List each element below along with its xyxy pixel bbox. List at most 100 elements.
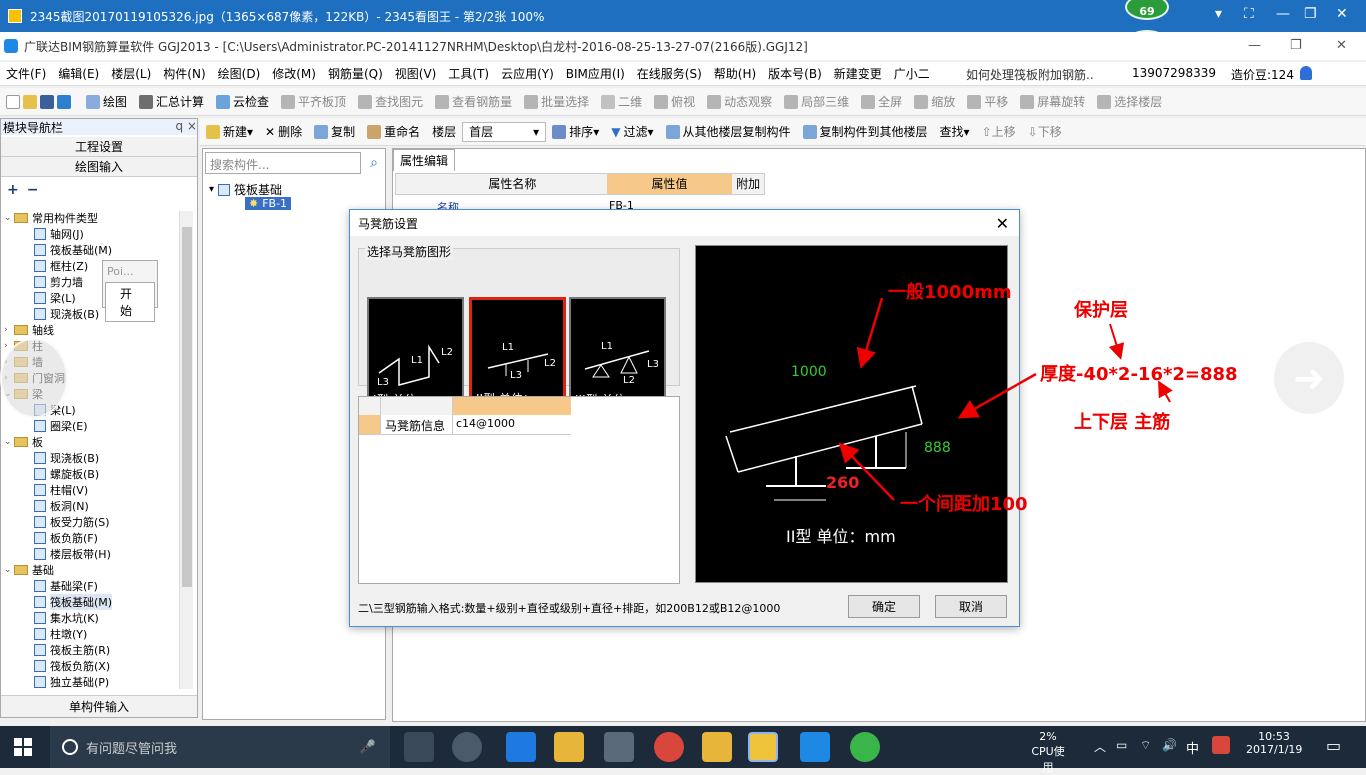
tree-folder[interactable]: ⌄ 常用构件类型 bbox=[4, 210, 174, 226]
tree-item[interactable]: 轴网(J) bbox=[4, 226, 174, 242]
tree-root[interactable]: ▾ 筏板基础 bbox=[209, 181, 282, 198]
quick-access-icons[interactable] bbox=[0, 94, 80, 109]
rename-button[interactable]: 重命名 bbox=[361, 123, 426, 140]
tree-folder[interactable]: ⌄ 基础 bbox=[4, 562, 174, 578]
menu-item[interactable]: 修改(M) bbox=[266, 65, 322, 82]
copy-to-floor-button[interactable]: 复制构件到其他楼层 bbox=[797, 123, 934, 140]
close-icon[interactable]: ✕ bbox=[1336, 6, 1348, 22]
tree-item[interactable]: 楼层板带(H) bbox=[4, 546, 174, 562]
app-close-icon[interactable]: ✕ bbox=[1336, 38, 1347, 53]
app-minimize-icon[interactable]: — bbox=[1248, 38, 1261, 53]
tree-item[interactable]: 基础梁(F) bbox=[4, 578, 174, 594]
expand-collapse-icons[interactable]: + − bbox=[1, 177, 197, 203]
menu-item[interactable]: 版本号(B) bbox=[762, 65, 828, 82]
cancel-button[interactable]: 取消 bbox=[935, 595, 1007, 618]
tree-item[interactable]: 现浇板(B) bbox=[4, 450, 174, 466]
delete-button[interactable]: ✕ 删除 bbox=[259, 123, 308, 140]
toolbar-button[interactable]: 局部三维 bbox=[778, 93, 855, 110]
toolbar-button[interactable]: 二维 bbox=[595, 93, 648, 110]
clock[interactable]: 10:53 2017/1/19 bbox=[1246, 730, 1302, 756]
ok-button[interactable]: 确定 bbox=[848, 595, 920, 618]
help-question[interactable]: 如何处理筏板附加钢筋.. bbox=[966, 66, 1094, 83]
project-settings-button[interactable]: 工程设置 bbox=[1, 137, 197, 157]
search-icon[interactable]: ⌕ bbox=[363, 152, 385, 174]
spiral-app-icon[interactable] bbox=[452, 732, 482, 762]
glodon-task-icon[interactable] bbox=[800, 732, 830, 762]
filter-button[interactable]: ▼ 过滤 ▾ bbox=[605, 123, 659, 140]
notes-app-icon[interactable] bbox=[702, 732, 732, 762]
menu-item[interactable]: 在线服务(S) bbox=[631, 65, 708, 82]
taskbar-search-input[interactable]: 有问题尽管问我 🎤 bbox=[50, 726, 390, 768]
image-viewer-task-icon[interactable] bbox=[748, 732, 778, 762]
info-value-input[interactable]: c14@1000 bbox=[453, 415, 571, 434]
tree-item[interactable]: 板受力筋(S) bbox=[4, 514, 174, 530]
sogou-icon[interactable] bbox=[1212, 736, 1230, 754]
dialog-close-icon[interactable]: ✕ bbox=[996, 214, 1009, 233]
menu-item[interactable]: 云应用(Y) bbox=[495, 65, 560, 82]
tree-folder[interactable]: › 轴线 bbox=[4, 322, 174, 338]
toolbar-button[interactable]: 选择楼层 bbox=[1091, 93, 1168, 110]
tree-item-fb1[interactable]: ✸ FB-1 bbox=[245, 197, 292, 210]
find-button[interactable]: 查找 ▾ bbox=[934, 123, 976, 140]
browser-2345-icon[interactable] bbox=[654, 732, 684, 762]
tree-item[interactable]: 独立基础(P) bbox=[4, 674, 174, 690]
restore-icon[interactable]: ❐ bbox=[1304, 6, 1317, 22]
menu-item[interactable]: 帮助(H) bbox=[708, 65, 762, 82]
nav-pin-close[interactable]: q × bbox=[176, 119, 198, 135]
menu-item[interactable]: 文件(F) bbox=[0, 65, 52, 82]
copy-from-floor-button[interactable]: 从其他楼层复制构件 bbox=[660, 123, 797, 140]
ime-indicator[interactable]: 中 bbox=[1186, 738, 1199, 757]
toolbar-button[interactable]: 查找图元 bbox=[352, 93, 429, 110]
menu-item[interactable]: 钢筋量(Q) bbox=[322, 65, 389, 82]
toolbar-button[interactable]: 缩放 bbox=[908, 93, 961, 110]
tree-item[interactable]: 板洞(N) bbox=[4, 498, 174, 514]
menu-item[interactable]: 绘图(D) bbox=[212, 65, 267, 82]
tab-property-edit[interactable]: 属性编辑 bbox=[393, 149, 456, 171]
toolbar-button[interactable]: 汇总计算 bbox=[133, 93, 210, 110]
menu-item[interactable]: 构件(N) bbox=[157, 65, 211, 82]
menu-item[interactable]: 楼层(L) bbox=[105, 65, 157, 82]
menu-item[interactable]: BIM应用(I) bbox=[560, 65, 631, 82]
app-restore-icon[interactable]: ❐ bbox=[1290, 38, 1302, 53]
toolbar-button[interactable]: 查看钢筋量 bbox=[429, 93, 518, 110]
menu-item[interactable]: 编辑(E) bbox=[52, 65, 105, 82]
new-button[interactable]: 新建 ▾ bbox=[200, 123, 259, 140]
edge-browser-icon[interactable] bbox=[506, 732, 536, 762]
floor-select[interactable]: 首层 ▾ bbox=[462, 121, 547, 142]
tree-item[interactable]: 板负筋(F) bbox=[4, 530, 174, 546]
move-down-button[interactable]: ⇩ 下移 bbox=[1022, 123, 1068, 140]
toolbar-button[interactable]: 全屏 bbox=[855, 93, 908, 110]
menu-item[interactable]: 新建变更 bbox=[828, 65, 888, 82]
toolbar-button[interactable]: 平齐板顶 bbox=[275, 93, 352, 110]
toolbar-button[interactable]: 俯视 bbox=[648, 93, 701, 110]
nav-scrollbar[interactable] bbox=[179, 211, 193, 689]
menu-item[interactable]: 广小二 bbox=[888, 65, 936, 82]
task-view-icon[interactable] bbox=[404, 732, 434, 762]
microphone-icon[interactable]: 🎤 bbox=[360, 740, 376, 755]
tree-item[interactable]: 集水坑(K) bbox=[4, 610, 174, 626]
tree-item[interactable]: 圈梁(E) bbox=[4, 418, 174, 434]
viewer-menu-icon[interactable]: ▾ bbox=[1215, 6, 1222, 22]
menu-item[interactable]: 视图(V) bbox=[389, 65, 443, 82]
file-explorer-icon[interactable] bbox=[554, 732, 584, 762]
drawing-input-button[interactable]: 绘图输入 bbox=[1, 157, 197, 177]
volume-icon[interactable]: 🔊 bbox=[1162, 738, 1177, 752]
popup-start-button[interactable]: 开始 bbox=[105, 282, 155, 322]
toolbar-button[interactable]: 屏幕旋转 bbox=[1014, 93, 1091, 110]
move-up-button[interactable]: ⇧ 上移 bbox=[976, 123, 1022, 140]
toolbar-button[interactable]: 绘图 bbox=[80, 93, 133, 110]
start-windows-icon[interactable] bbox=[14, 738, 32, 756]
toolbar-button[interactable]: 动态观察 bbox=[701, 93, 778, 110]
tree-item[interactable]: 筏板负筋(X) bbox=[4, 658, 174, 674]
prev-image-button[interactable] bbox=[0, 338, 68, 418]
tree-item[interactable]: 柱墩(Y) bbox=[4, 626, 174, 642]
search-input[interactable]: 搜索构件... bbox=[205, 152, 361, 174]
fullscreen-icon[interactable]: ⛶ bbox=[1244, 6, 1254, 22]
store-icon[interactable] bbox=[604, 732, 634, 762]
toolbar-button[interactable]: 批量选择 bbox=[518, 93, 595, 110]
toolbar-button[interactable]: 云检查 bbox=[210, 93, 275, 110]
tray-up-icon[interactable]: ︿ bbox=[1094, 738, 1106, 755]
tree-item[interactable]: 筏板基础(M) bbox=[4, 242, 174, 258]
minimize-icon[interactable]: — bbox=[1276, 6, 1290, 22]
single-component-input-button[interactable]: 单构件输入 bbox=[1, 695, 197, 717]
